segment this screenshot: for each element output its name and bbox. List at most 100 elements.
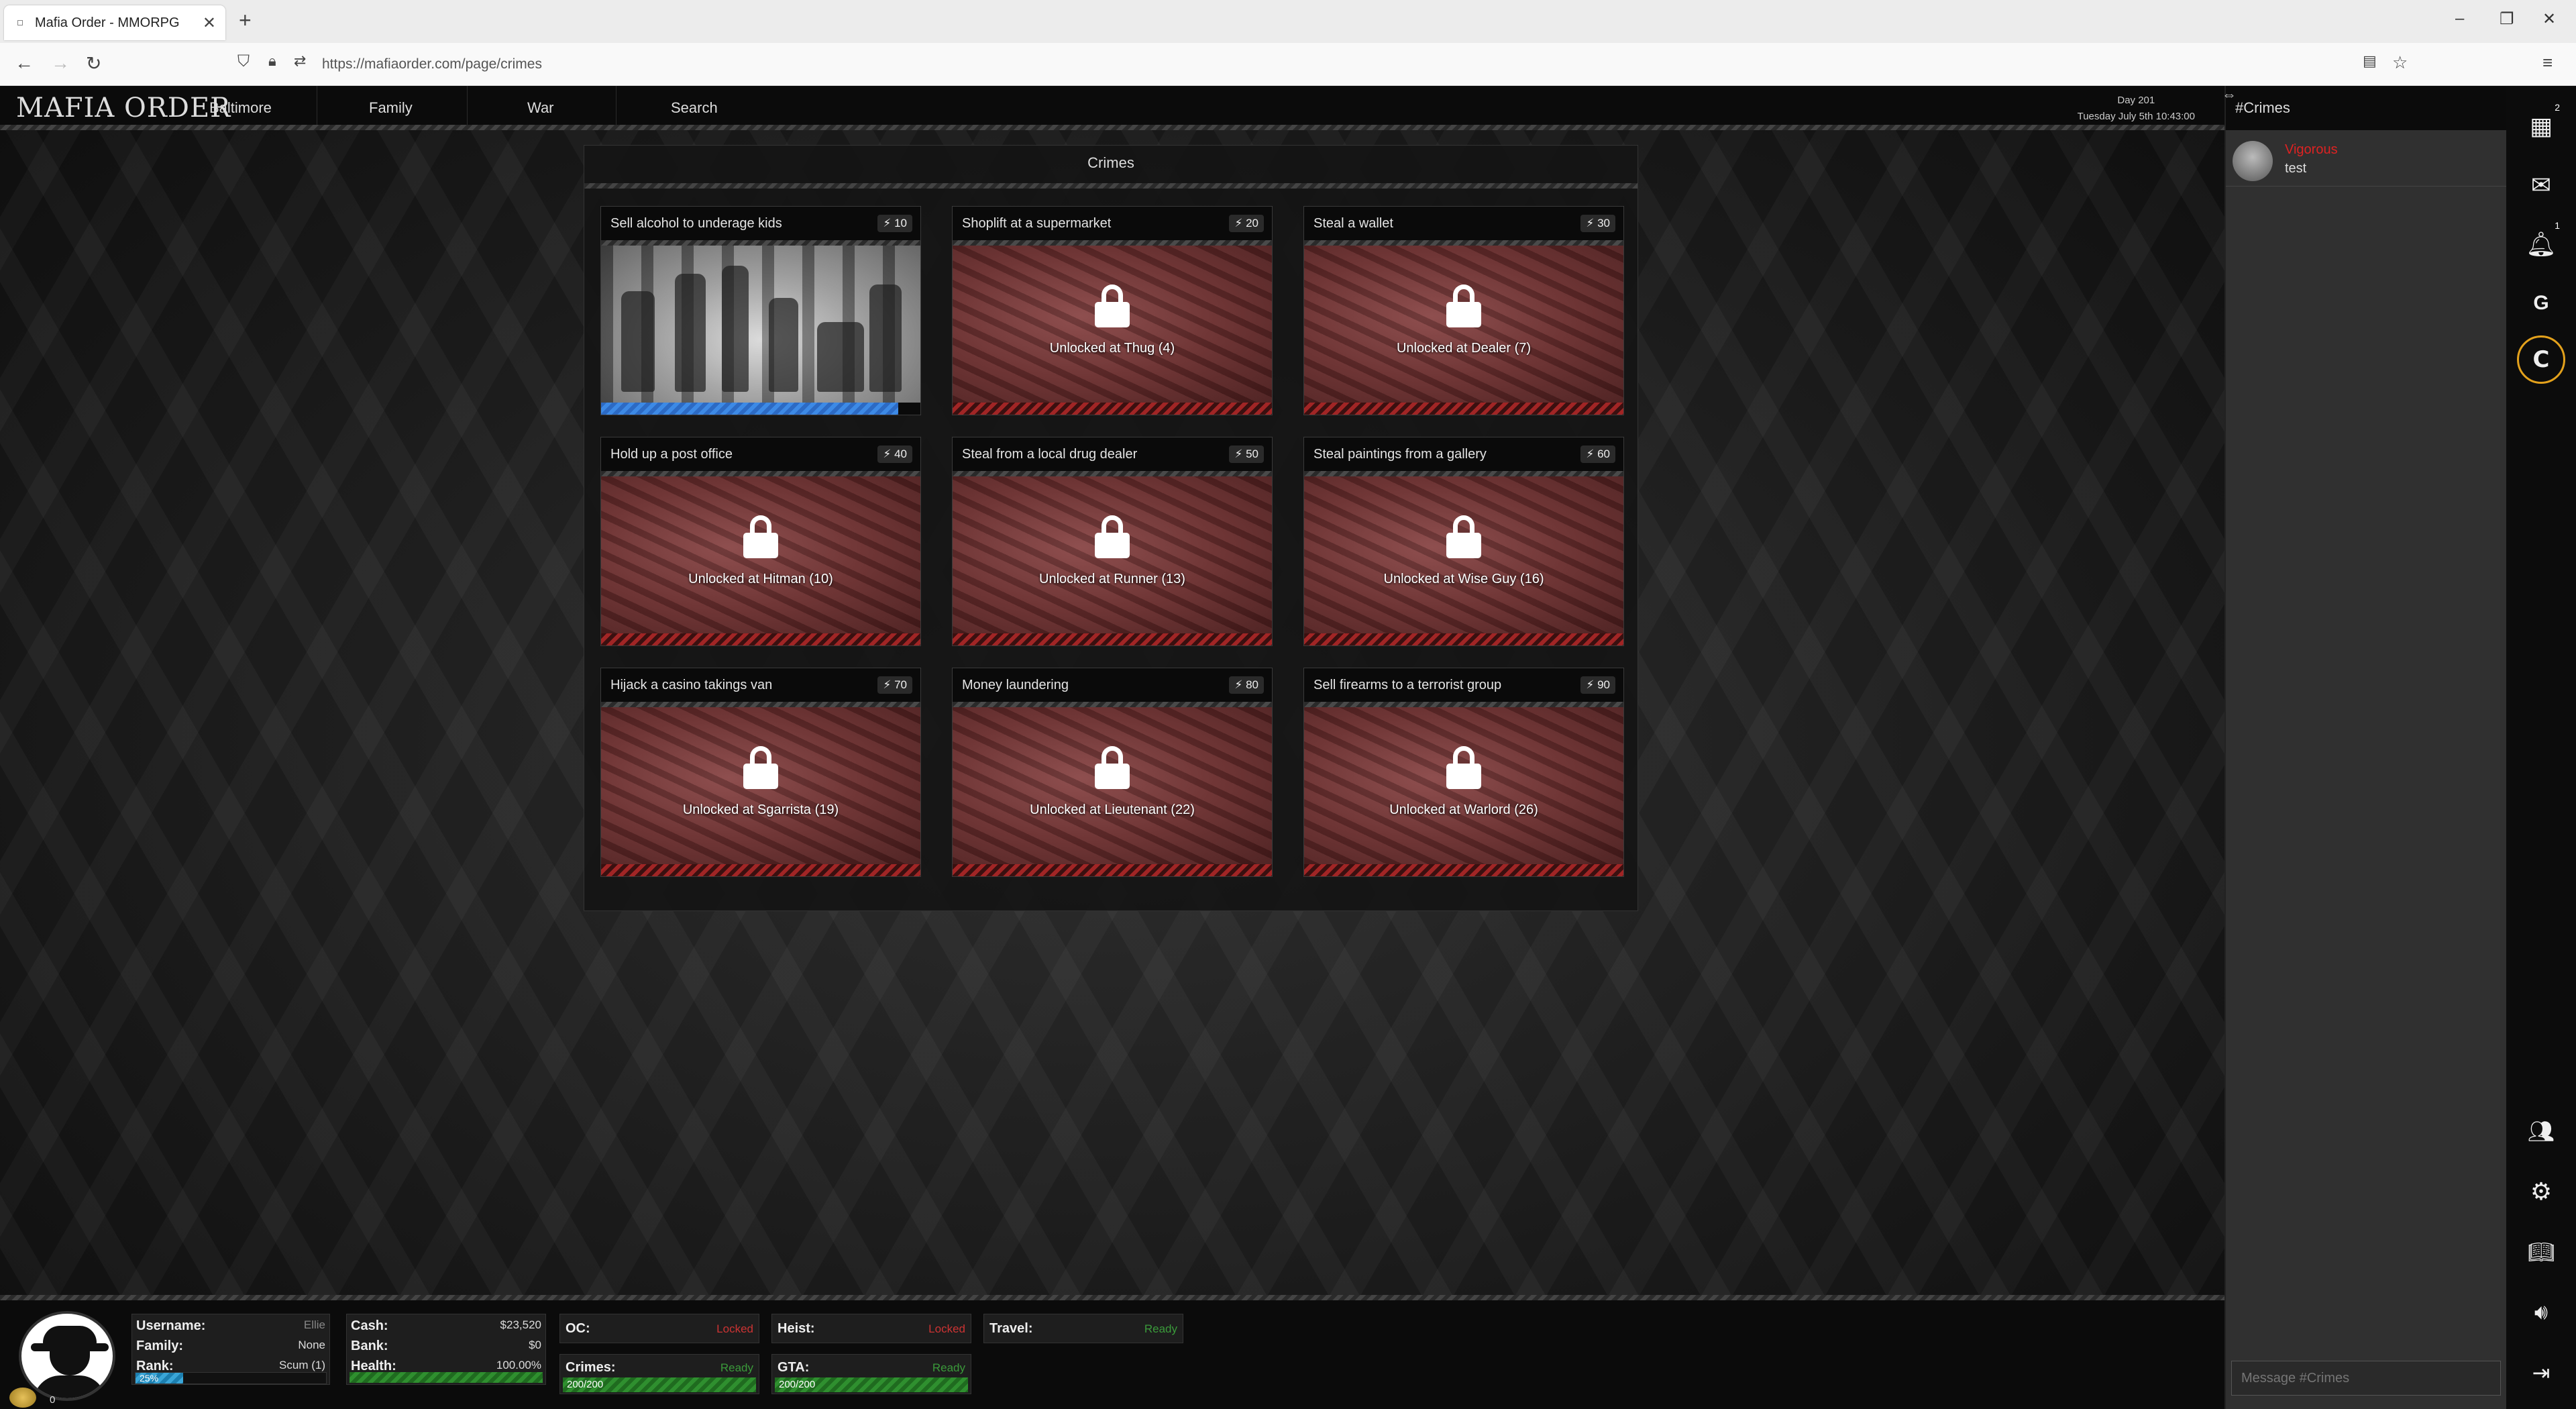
logo[interactable]: MAFIA ORDER (16, 93, 231, 123)
gta-box[interactable]: GTA: Ready 200/200 (771, 1354, 971, 1394)
crime-header: Hold up a post office ⚡︎ 40 (601, 437, 920, 471)
crime-footer (601, 864, 920, 876)
lock-icon (1095, 515, 1130, 558)
crime-card[interactable]: Shoplift at a supermarket ⚡︎ 20 Unlocked a… (952, 206, 1273, 415)
logout-icon[interactable]: ⇥ (2521, 1353, 2561, 1393)
energy-cost: ⚡︎ 30 (1580, 215, 1615, 232)
crime-image[interactable]: Unlocked at Warlord (26) (1304, 707, 1623, 864)
money-box: Cash: $23,520 Bank: $0 Health: 100.00% (346, 1314, 546, 1385)
nav-war[interactable]: War (527, 99, 554, 117)
chat-username[interactable]: Vigorous (2285, 142, 2338, 158)
lightning-icon: ⚡︎ (883, 217, 892, 229)
crime-image[interactable] (601, 246, 920, 403)
health-bar (350, 1372, 543, 1383)
crime-card[interactable]: Steal a wallet ⚡︎ 30 Unlocked at Dealer (7… (1303, 206, 1624, 415)
unlock-requirement: Unlocked at Dealer (7) (1396, 341, 1532, 356)
crime-header: Steal from a local drug dealer ⚡︎ 50 (953, 437, 1272, 471)
crime-card[interactable]: Steal paintings from a gallery ⚡︎ 60 Unloc… (1303, 437, 1624, 646)
crime-card[interactable]: Steal from a local drug dealer ⚡︎ 50 Unloc… (952, 437, 1273, 646)
crime-name: Shoplift at a supermarket (962, 216, 1112, 231)
unlock-requirement: Unlocked at Runner (13) (1039, 572, 1185, 586)
crimes-panel: Crimes Sell alcohol to underage kids ⚡︎ 1… (584, 145, 1638, 911)
book-icon[interactable]: 📖︎ (2521, 1232, 2561, 1272)
chat-input[interactable] (2231, 1361, 2501, 1396)
reload-icon[interactable]: ↻ (86, 52, 101, 74)
unlock-requirement: Unlocked at Hitman (10) (688, 572, 833, 586)
shield-icon[interactable]: ⛉ (237, 52, 250, 71)
menu-icon[interactable]: ≡ (2542, 52, 2553, 73)
volume-icon[interactable]: 🔊︎ (2521, 1292, 2561, 1333)
crime-footer (953, 633, 1272, 645)
family: None (298, 1339, 325, 1351)
close-tab-icon[interactable]: ✕ (203, 13, 216, 33)
crime-image[interactable]: Unlocked at Lieutenant (22) (953, 707, 1272, 864)
crimes-box[interactable]: Crimes: Ready 200/200 (559, 1354, 759, 1394)
close-window-icon[interactable]: ✕ (2542, 9, 2556, 29)
energy-cost: ⚡︎ 70 (877, 676, 912, 694)
mail-icon[interactable]: ✉ (2521, 165, 2561, 205)
avatar[interactable] (2233, 141, 2273, 181)
energy-cost: ⚡︎ 90 (1580, 676, 1615, 694)
crime-card[interactable]: Hijack a casino takings van ⚡︎ 70 Unlocked… (600, 668, 921, 877)
g-icon[interactable]: G (2521, 283, 2561, 323)
crime-image[interactable]: Unlocked at Runner (13) (953, 476, 1272, 633)
crime-footer (1304, 403, 1623, 415)
rank-progress: 25% (135, 1372, 327, 1384)
crime-footer (953, 403, 1272, 415)
day-label: Day 201 (2117, 95, 2155, 106)
users-icon[interactable]: 👥︎ (2521, 1111, 2561, 1151)
coin-icon (9, 1388, 36, 1408)
travel-status: Ready (1144, 1322, 1177, 1335)
crime-image[interactable]: Unlocked at Sgarrista (19) (601, 707, 920, 864)
nav-family[interactable]: Family (369, 99, 413, 117)
energy-cost: ⚡︎ 80 (1229, 676, 1264, 694)
crime-card[interactable]: Sell firearms to a terrorist group ⚡︎ 90 U… (1303, 668, 1624, 877)
map-icon[interactable]: ▦ 2 (2521, 102, 2561, 146)
forward-icon[interactable]: → (51, 52, 70, 74)
crime-image[interactable]: Unlocked at Wise Guy (16) (1304, 476, 1623, 633)
minimize-icon[interactable]: – (2455, 9, 2464, 28)
unlock-requirement: Unlocked at Sgarrista (19) (682, 802, 839, 817)
lock-icon (1446, 746, 1481, 789)
bell-icon[interactable]: 🔔︎ 1 (2521, 220, 2561, 264)
crime-footer (1304, 633, 1623, 645)
permissions-icon[interactable]: ⇄ (294, 52, 306, 70)
crime-image[interactable]: Unlocked at Dealer (7) (1304, 246, 1623, 403)
restore-icon[interactable]: ❐ (2500, 9, 2514, 29)
lock-icon[interactable]: 🔒︎ (268, 52, 276, 70)
crime-header: Steal a wallet ⚡︎ 30 (1304, 207, 1623, 240)
username[interactable]: Ellie (304, 1318, 325, 1332)
back-icon[interactable]: ← (15, 52, 34, 74)
crime-card[interactable]: Sell alcohol to underage kids ⚡︎ 10 (600, 206, 921, 415)
energy-cost: ⚡︎ 40 (877, 446, 912, 463)
crime-header: Money laundering ⚡︎ 80 (953, 668, 1272, 702)
browser-tab[interactable]: Mafia Order - MMORPG ✕ (4, 5, 225, 40)
nav-search[interactable]: Search (671, 99, 718, 117)
oc-box[interactable]: OC: Locked (559, 1314, 759, 1343)
player-avatar[interactable] (19, 1311, 115, 1401)
lock-icon (1446, 284, 1481, 327)
travel-box[interactable]: Travel: Ready (983, 1314, 1183, 1343)
bank: $0 (529, 1339, 541, 1351)
new-tab-button[interactable]: + (239, 8, 252, 33)
c-chat-icon[interactable]: C (2517, 335, 2565, 384)
gear-icon[interactable]: ⚙ (2521, 1171, 2561, 1212)
crime-image[interactable]: Unlocked at Hitman (10) (601, 476, 920, 633)
browser-navbar: ← → ↻ ⛉ 🔒︎ ⇄ https://mafiaorder.com/page… (0, 43, 2576, 86)
crime-card[interactable]: Money laundering ⚡︎ 80 Unlocked at Lieuten… (952, 668, 1273, 877)
nav-baltimore[interactable]: Baltimore (209, 99, 272, 117)
resize-handle-icon[interactable]: ⇔ (2222, 86, 2237, 103)
chat-text: test (2285, 161, 2307, 176)
crime-card[interactable]: Hold up a post office ⚡︎ 40 Unlocked at Hi… (600, 437, 921, 646)
reader-icon[interactable]: ▤ (2363, 52, 2377, 70)
top-nav: MAFIA ORDER Baltimore Family War Search … (0, 86, 2224, 130)
crime-image[interactable]: Unlocked at Thug (4) (953, 246, 1272, 403)
lightning-icon: ⚡︎ (1586, 217, 1595, 229)
unlock-requirement: Unlocked at Warlord (26) (1389, 802, 1538, 817)
chat-channel: #Crimes (2235, 99, 2290, 116)
crime-header: Steal paintings from a gallery ⚡︎ 60 (1304, 437, 1623, 471)
heist-box[interactable]: Heist: Locked (771, 1314, 971, 1343)
bookmark-star-icon[interactable]: ☆ (2392, 52, 2408, 73)
lock-icon (1095, 746, 1130, 789)
address-bar[interactable]: https://mafiaorder.com/page/crimes (322, 56, 542, 72)
